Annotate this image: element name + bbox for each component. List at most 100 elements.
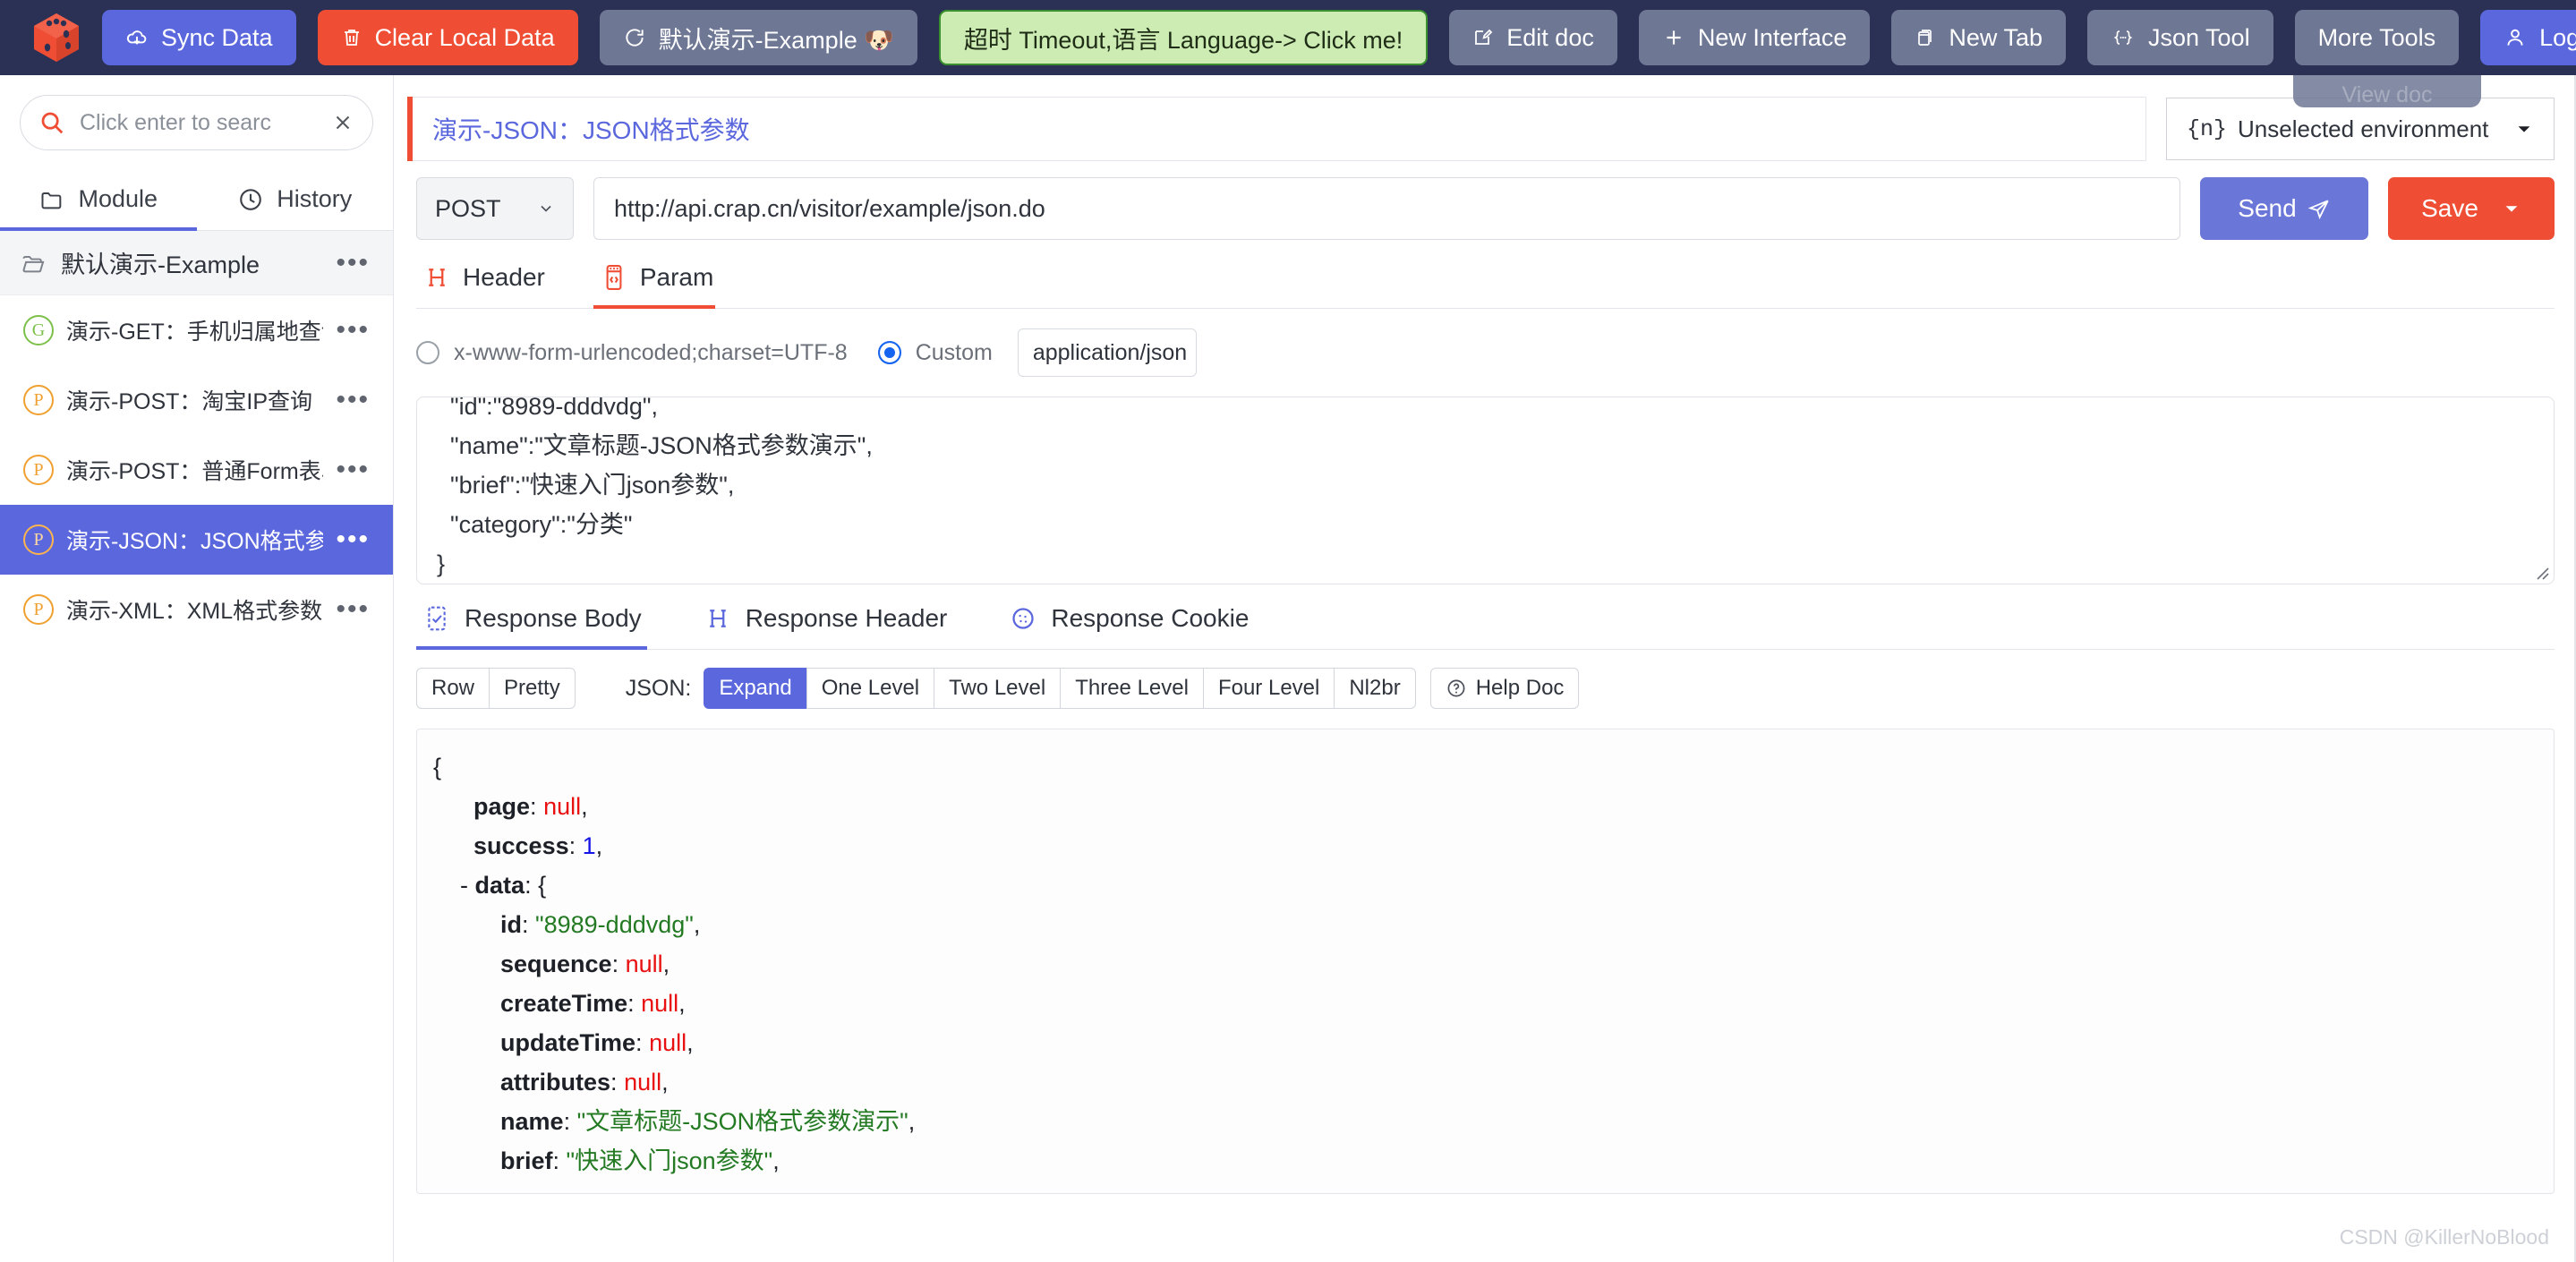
radio-form-urlencoded[interactable] xyxy=(416,341,439,364)
tab-header-label: Header xyxy=(463,263,545,291)
sidebar-tab-history[interactable]: History xyxy=(197,174,394,230)
timeout-language-button[interactable]: 超时 Timeout,语言 Language-> Click me! xyxy=(938,10,1429,65)
json-line: updateTime: null, xyxy=(500,1029,694,1056)
level-nl2br-button[interactable]: Nl2br xyxy=(1334,668,1416,709)
sidebar-item-label: 演示-POST：普通Form表单 xyxy=(66,459,324,484)
json-tool-button[interactable]: Json Tool xyxy=(2086,10,2273,65)
content-type-row: x-www-form-urlencoded;charset=UTF-8 Cust… xyxy=(395,309,2576,377)
project-switch-button[interactable]: 默认演示-Example 🐶 xyxy=(599,10,917,65)
clear-local-data-button[interactable]: Clear Local Data xyxy=(317,10,578,65)
search-box[interactable] xyxy=(20,95,373,150)
sidebar-item-demo-post-taobao-ip[interactable]: P 演示-POST：淘宝IP查询 ••• xyxy=(0,365,393,435)
sidebar-group-label: 默认演示-Example xyxy=(61,252,260,278)
sidebar-item-label: 演示-XML：XML格式参数 xyxy=(66,599,323,624)
help-doc-label: Help Doc xyxy=(1475,676,1565,700)
chevron-down-icon[interactable] xyxy=(2502,199,2521,218)
tabs-icon xyxy=(1918,30,1932,46)
request-body-area[interactable]: "id":"8989-dddvdg", "name":"文章标题-JSON格式参… xyxy=(416,397,2555,584)
tab-param-label: Param xyxy=(639,263,714,291)
dice-logo-icon[interactable] xyxy=(32,12,81,64)
pretty-view-button[interactable]: Pretty xyxy=(489,668,576,709)
new-interface-button[interactable]: New Interface xyxy=(1638,10,1871,65)
sidebar-item-menu-icon[interactable]: ••• xyxy=(336,387,370,414)
clock-icon xyxy=(240,188,262,210)
json-key: page xyxy=(473,793,531,820)
level-expand-button[interactable]: Expand xyxy=(704,668,806,709)
json-line: page: null, xyxy=(473,793,588,820)
json-value: { xyxy=(538,872,547,899)
view-mode-group: Row Pretty xyxy=(416,668,576,709)
top-toolbar: Sync Data Clear Local Data 默认演示-Example … xyxy=(0,0,2576,75)
json-key: updateTime xyxy=(500,1029,636,1056)
more-tools-label: More Tools xyxy=(2317,23,2436,51)
tab-param[interactable]: Param xyxy=(593,263,738,309)
sidebar-tab-module[interactable]: Module xyxy=(0,174,197,231)
method-badge-get: G xyxy=(23,315,54,345)
json-collapse-toggle[interactable]: - xyxy=(460,872,468,899)
row-view-button[interactable]: Row xyxy=(416,668,490,709)
header-h-icon xyxy=(429,269,445,286)
json-value: null xyxy=(625,951,663,977)
radio-form-urlencoded-label: x-www-form-urlencoded;charset=UTF-8 xyxy=(454,339,848,365)
json-key: createTime xyxy=(500,990,628,1017)
sidebar-item-menu-icon[interactable]: ••• xyxy=(336,526,370,553)
response-json-viewer[interactable]: { page: null, success: 1, - data: { id: … xyxy=(416,729,2555,1194)
tab-response-header[interactable]: Response Header xyxy=(697,604,978,649)
sidebar-item-demo-get[interactable]: G 演示-GET：手机归属地查询 ••• xyxy=(0,295,393,365)
sidebar-item-demo-post-form[interactable]: P 演示-POST：普通Form表单 ••• xyxy=(0,435,393,505)
radio-custom[interactable] xyxy=(877,341,901,364)
sidebar: Module History 默认演示-Example ••• G 演示-GET… xyxy=(0,75,394,1262)
request-body-textarea[interactable]: "id":"8989-dddvdg", "name":"文章标题-JSON格式参… xyxy=(417,397,2554,584)
sidebar-group-menu-icon[interactable]: ••• xyxy=(336,249,370,277)
save-button[interactable]: Save xyxy=(2388,177,2555,240)
request-url-input[interactable] xyxy=(593,177,2180,240)
json-value: null xyxy=(543,793,582,820)
login-button[interactable]: Login xyxy=(2480,10,2576,65)
level-one-button[interactable]: One Level xyxy=(806,668,934,709)
edit-doc-button[interactable]: Edit doc xyxy=(1449,10,1617,65)
watermark: CSDN @KillerNoBlood xyxy=(2339,1225,2549,1249)
help-doc-button[interactable]: Help Doc xyxy=(1429,668,1580,709)
sidebar-group-default-example[interactable]: 默认演示-Example ••• xyxy=(0,231,393,295)
sync-data-button[interactable]: Sync Data xyxy=(102,10,296,65)
request-title-input[interactable] xyxy=(413,97,2146,161)
level-two-button[interactable]: Two Level xyxy=(934,668,1061,709)
content-type-select[interactable]: application/json xyxy=(1017,328,1197,377)
search-icon[interactable] xyxy=(38,109,65,136)
json-line: success: 1, xyxy=(473,832,603,859)
new-interface-label: New Interface xyxy=(1697,23,1847,51)
sidebar-item-demo-xml[interactable]: P 演示-XML：XML格式参数 ••• xyxy=(0,575,393,644)
json-key: name xyxy=(500,1108,564,1135)
json-tool-label: Json Tool xyxy=(2147,23,2250,51)
send-button[interactable]: Send xyxy=(2200,177,2368,240)
more-tools-button[interactable]: More Tools xyxy=(2294,10,2460,65)
new-tab-label: New Tab xyxy=(1949,23,2043,51)
level-four-button[interactable]: Four Level xyxy=(1202,668,1335,709)
new-tab-button[interactable]: New Tab xyxy=(1891,10,2066,65)
folder-icon xyxy=(41,192,62,209)
json-level-group: Expand One Level Two Level Three Level F… xyxy=(704,668,1416,709)
sidebar-item-menu-icon[interactable]: ••• xyxy=(336,596,370,623)
sync-data-label: Sync Data xyxy=(161,23,273,51)
close-icon[interactable] xyxy=(331,111,354,134)
http-method-value: POST xyxy=(435,194,501,222)
json-value: null xyxy=(649,1029,687,1056)
sidebar-item-menu-icon[interactable]: ••• xyxy=(336,317,370,344)
sidebar-item-demo-json[interactable]: P 演示-JSON：JSON格式参 ••• xyxy=(0,505,393,575)
tab-response-cookie[interactable]: Response Cookie xyxy=(1002,604,1279,649)
edit-icon xyxy=(1475,29,1493,45)
level-three-button[interactable]: Three Level xyxy=(1060,668,1203,709)
chevron-down-icon xyxy=(2518,126,2530,132)
json-value: "快速入门json参数" xyxy=(566,1147,773,1174)
json-line: sequence: null, xyxy=(500,951,670,977)
tab-response-body[interactable]: Response Body xyxy=(416,604,672,650)
sidebar-item-menu-icon[interactable]: ••• xyxy=(336,456,370,483)
save-label: Save xyxy=(2421,194,2478,222)
search-input[interactable] xyxy=(78,108,319,137)
tab-response-cookie-label: Response Cookie xyxy=(1051,604,1250,632)
http-method-select[interactable]: POST xyxy=(416,177,574,240)
tab-response-body-label: Response Body xyxy=(465,604,642,632)
tab-header[interactable]: Header xyxy=(416,263,570,308)
checklist-icon xyxy=(428,606,446,631)
question-circle-icon xyxy=(1447,679,1465,697)
